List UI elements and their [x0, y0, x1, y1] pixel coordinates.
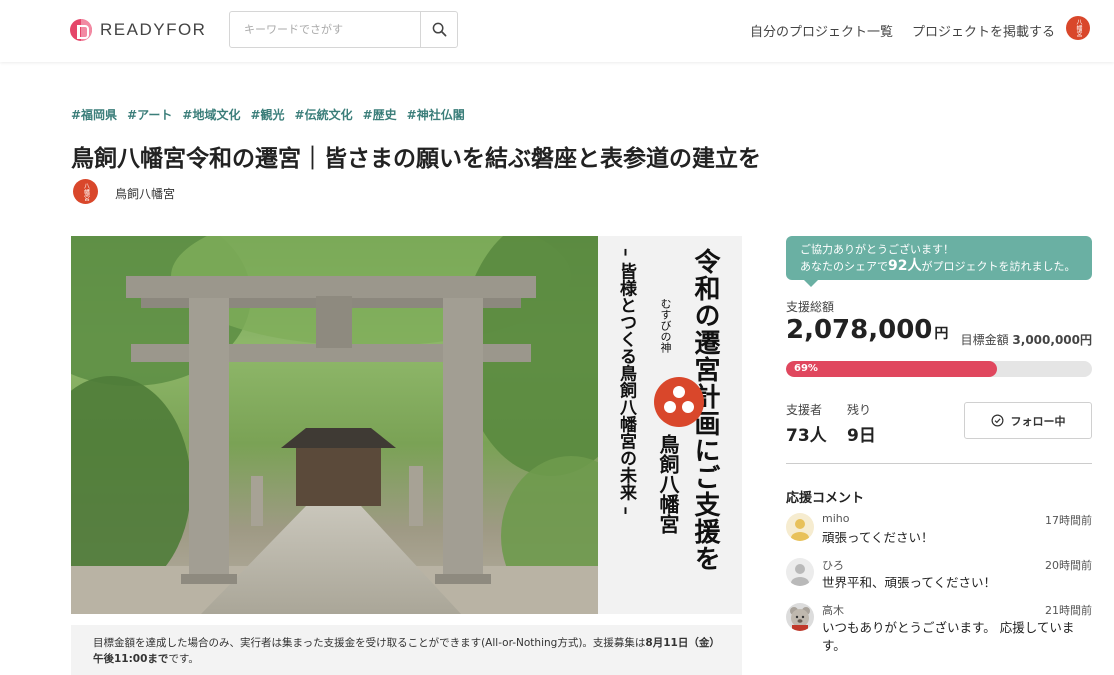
shrine-photo	[71, 236, 641, 614]
tag-link[interactable]: #福岡県	[71, 106, 117, 123]
tag-link[interactable]: #アート	[127, 106, 172, 123]
user-placeholder-icon	[786, 558, 814, 586]
search-icon	[432, 22, 446, 37]
commenter-avatar	[786, 513, 814, 541]
post-project-link[interactable]: プロジェクトを掲載する	[912, 21, 1055, 40]
user-avatar[interactable]: 八幡宮	[1066, 16, 1090, 40]
goal-value: 3,000,000円	[1012, 333, 1092, 347]
readyfor-logo[interactable]: READYFOR	[70, 19, 206, 41]
supporters-label: 支援者	[786, 403, 823, 417]
check-circle-icon	[991, 414, 1003, 427]
torii-gate-illustration	[71, 236, 641, 614]
notice-text: 目標金額を達成した場合のみ、実行者は集まった支援金を受け取ることができます(Al…	[93, 637, 646, 649]
user-placeholder-icon	[786, 513, 814, 541]
tag-link[interactable]: #地域文化	[182, 106, 240, 123]
bubble-suffix: がプロジェクトを訪れました。	[921, 260, 1076, 273]
my-projects-link[interactable]: 自分のプロジェクト一覧	[750, 21, 893, 40]
hero-shrine-name: 鳥飼八幡宮	[656, 434, 680, 534]
commenter-name: ひろ	[822, 559, 844, 572]
search-input[interactable]	[230, 12, 420, 47]
owner-avatar-text: 八幡宮	[82, 182, 90, 201]
bubble-line2: あなたのシェアで92人がプロジェクトを訪れました。	[800, 258, 1078, 275]
follow-label: フォロー中	[1010, 414, 1066, 428]
bubble-count: 92人	[888, 258, 922, 274]
progress-bar: 69%	[786, 361, 1092, 377]
bubble-line1: ご協力ありがとうございます！	[800, 243, 954, 256]
commenter-name: 高木	[822, 604, 844, 617]
progress-percent: 69%	[794, 363, 818, 374]
owner-name[interactable]: 鳥飼八幡宮	[115, 185, 175, 202]
notice-suffix: です。	[168, 653, 199, 665]
goal-label: 目標金額	[960, 333, 1009, 347]
user-avatar-text: 八幡宮	[1075, 19, 1082, 37]
supporters-value: 73人	[786, 426, 827, 446]
owner-avatar[interactable]: 八幡宮	[73, 179, 98, 204]
comment-text: 頑張ってください！	[822, 530, 934, 545]
bubble-prefix: あなたのシェアで	[800, 260, 888, 273]
section-divider	[786, 463, 1092, 464]
remaining-value: 9日	[847, 426, 876, 446]
tag-link[interactable]: #観光	[250, 106, 284, 123]
tag-link[interactable]: #伝統文化	[295, 106, 353, 123]
total-amount-yen: 円	[934, 326, 949, 342]
total-label: 支援総額	[786, 300, 835, 314]
hero-text-panel: 令和の遷宮計画にご支援を – 皆様とつくる鳥飼八幡宮の未来 – むすびの神 鳥飼…	[598, 236, 742, 614]
search-box	[229, 11, 458, 48]
comments-heading: 応援コメント	[786, 491, 865, 506]
project-tags: #福岡県 #アート #地域文化 #観光 #伝統文化 #歴史 #神社仏閣	[71, 106, 465, 123]
total-amount-value: 2,078,000	[786, 315, 933, 345]
site-header: READYFOR 自分のプロジェクト一覧 プロジェクトを掲載する 八幡宮	[0, 0, 1114, 62]
commenter-avatar	[786, 603, 814, 631]
comment-time: 21時間前	[1045, 604, 1092, 617]
hero-image: 令和の遷宮計画にご支援を – 皆様とつくる鳥飼八幡宮の未来 – むすびの神 鳥飼…	[71, 236, 742, 614]
mitsudomoe-emblem-icon	[654, 377, 704, 427]
search-button[interactable]	[420, 12, 457, 47]
progress-bar-fill: 69%	[786, 361, 998, 377]
comment-text: いつもありがとうございます。 応援しています。	[822, 620, 1075, 653]
logo-mark-icon	[70, 19, 92, 41]
bear-avatar-icon	[786, 603, 814, 631]
goal-amount: 目標金額 3,000,000円	[961, 331, 1092, 348]
tag-link[interactable]: #神社仏閣	[407, 106, 465, 123]
hero-small-copy: むすびの神	[659, 298, 672, 353]
follow-button[interactable]: フォロー中	[964, 402, 1092, 439]
total-amount: 2,078,000 円	[786, 315, 948, 345]
logo-text: READYFOR	[100, 20, 207, 39]
comment-time: 20時間前	[1045, 559, 1092, 572]
commenter-name: miho	[822, 512, 850, 525]
commenter-avatar	[786, 558, 814, 586]
comment-text: 世界平和、頑張ってください！	[822, 575, 997, 590]
tag-link[interactable]: #歴史	[363, 106, 397, 123]
hero-sub-copy: – 皆様とつくる鳥飼八幡宮の未来 –	[616, 248, 636, 515]
comment-time: 17時間前	[1045, 514, 1092, 527]
project-title: 鳥飼八幡宮令和の遷宮｜皆さまの願いを結ぶ磐座と表参道の建立を	[71, 146, 761, 172]
share-thanks-bubble: ご協力ありがとうございます！ あなたのシェアで92人がプロジェクトを訪れました。	[786, 236, 1092, 287]
all-or-nothing-notice: 目標金額を達成した場合のみ、実行者は集まった支援金を受け取ることができます(Al…	[71, 625, 742, 675]
remaining-label: 残り	[847, 403, 872, 417]
